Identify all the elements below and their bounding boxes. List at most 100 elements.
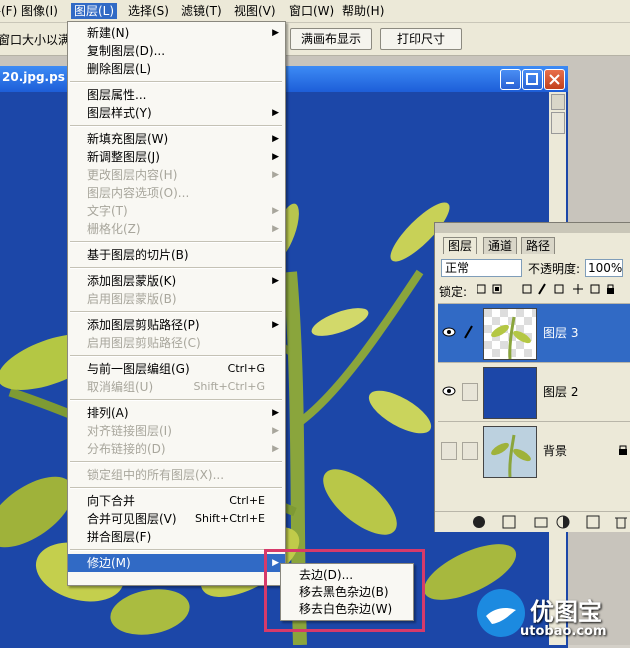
- layer-menu-item[interactable]: 向下合并 Ctrl+E: [68, 492, 285, 510]
- layer-menu: 新建(N) ▶ 复制图层(D)... 删除图层(L) 图层属性... 图层样式(Y) ▶ 新填…: [67, 21, 286, 586]
- menu-separator: [70, 399, 282, 401]
- maximize-button[interactable]: [522, 69, 543, 90]
- layer-menu-item[interactable]: 基于图层的切片(B): [68, 246, 285, 264]
- close-icon: [549, 74, 560, 85]
- layer-menu-item[interactable]: 添加图层蒙版(K) ▶: [68, 272, 285, 290]
- layer-menu-item: 分布链接的(D) ▶: [68, 440, 285, 458]
- layer-menu-item[interactable]: 合并可见图层(V) Shift+Ctrl+E: [68, 510, 285, 528]
- menu-item-shortcut: Ctrl+G: [227, 362, 265, 375]
- minimize-button[interactable]: [500, 69, 521, 90]
- layer-menu-item[interactable]: 图层样式(Y) ▶: [68, 104, 285, 122]
- lock-icon: [619, 445, 627, 455]
- panel-footer-icons[interactable]: [473, 515, 630, 529]
- eye-icon[interactable]: [441, 324, 457, 340]
- panel-grip[interactable]: [435, 223, 630, 233]
- menu-item-label: 与前一图层编组(G): [87, 362, 190, 376]
- menu-item-label: 添加图层蒙版(K): [87, 274, 177, 288]
- eye-icon[interactable]: [441, 383, 457, 399]
- menu-select[interactable]: 选择(S): [125, 3, 172, 19]
- tab-paths[interactable]: 路径: [521, 237, 556, 254]
- opacity-label: 不透明度:: [528, 262, 581, 276]
- menu-separator: [70, 487, 282, 489]
- lock-label: 锁定:: [439, 285, 468, 299]
- layer-menu-item: 文字(T) ▶: [68, 202, 285, 220]
- submenu-arrow-icon: ▶: [272, 224, 279, 234]
- link-slot[interactable]: [462, 442, 478, 460]
- menu-item-label: 栅格化(Z): [87, 222, 141, 236]
- submenu-arrow-icon: ▶: [272, 134, 279, 144]
- tab-channels[interactable]: 通道: [483, 237, 518, 254]
- menu-help[interactable]: 帮助(H): [339, 3, 387, 19]
- submenu-arrow-icon: ▶: [272, 28, 279, 38]
- bird-logo-icon: [477, 589, 525, 637]
- lock-options-icons[interactable]: [477, 283, 627, 297]
- menu-image[interactable]: 图像(I): [18, 3, 61, 19]
- menu-view[interactable]: 视图(V): [231, 3, 279, 19]
- layer-row[interactable]: 背景: [438, 421, 630, 480]
- menu-item-label: 图层属性...: [87, 88, 147, 102]
- menu-separator: [70, 311, 282, 313]
- menu-separator: [70, 355, 282, 357]
- document-title: 20.jpg.ps: [2, 70, 65, 84]
- tab-layers[interactable]: 图层: [443, 237, 478, 254]
- layer-menu-item[interactable]: 复制图层(D)...: [68, 42, 285, 60]
- menu-item-label: 文字(T): [87, 204, 128, 218]
- opacity-input[interactable]: 100%: [585, 259, 623, 277]
- menu-item-label: 添加图层剪贴路径(P): [87, 318, 200, 332]
- fill-canvas-button[interactable]: 满画布显示: [290, 28, 372, 50]
- layer-menu-item: 对齐链接图层(I) ▶: [68, 422, 285, 440]
- layer-menu-item[interactable]: 添加图层剪贴路径(P) ▶: [68, 316, 285, 334]
- menu-layer[interactable]: 图层(L): [71, 3, 118, 19]
- submenu-arrow-icon: ▶: [272, 152, 279, 162]
- scroll-thumb[interactable]: [551, 112, 565, 134]
- menu-item-label: 取消编组(U): [87, 380, 154, 394]
- layer-menu-item: 栅格化(Z) ▶: [68, 220, 285, 238]
- layer-thumbnail: [483, 426, 537, 478]
- print-size-button[interactable]: 打印尺寸: [380, 28, 462, 50]
- menu-separator: [70, 81, 282, 83]
- layer-row[interactable]: 图层 2: [438, 362, 630, 421]
- menu-item-label: 删除图层(L): [87, 62, 152, 76]
- menu-item-label: 锁定组中的所有图层(X)...: [87, 468, 225, 482]
- layer-menu-item[interactable]: 新填充图层(W) ▶: [68, 130, 285, 148]
- submenu-arrow-icon: ▶: [272, 170, 279, 180]
- minimize-icon: [506, 82, 514, 84]
- layers-panel: 图层 通道 路径 正常 不透明度: 100% 锁定: 图层 3 图层 2 背景: [434, 222, 630, 532]
- menu-item-label: 复制图层(D)...: [87, 44, 166, 58]
- blend-mode-select[interactable]: 正常: [441, 259, 522, 277]
- menu-item-label: 基于图层的切片(B): [87, 248, 189, 262]
- menu-window[interactable]: 窗口(W): [286, 3, 337, 19]
- layer-menu-item: 启用图层剪贴路径(C): [68, 334, 285, 352]
- submenu-arrow-icon: ▶: [272, 108, 279, 118]
- layer-menu-item[interactable]: 排列(A) ▶: [68, 404, 285, 422]
- menu-separator: [70, 461, 282, 463]
- menu-item-label: 修边(M): [87, 556, 131, 570]
- layer-menu-item[interactable]: 修边(M) ▶: [68, 554, 285, 572]
- layer-row[interactable]: 图层 3: [438, 303, 630, 362]
- highlight-annotation-box: [264, 549, 425, 632]
- layer-menu-item: 图层内容选项(O)...: [68, 184, 285, 202]
- menu-item-label: 启用图层剪贴路径(C): [87, 336, 201, 350]
- menu-item-label: 图层样式(Y): [87, 106, 152, 120]
- menu-item-label: 排列(A): [87, 406, 129, 420]
- layer-menu-item[interactable]: 新调整图层(J) ▶: [68, 148, 285, 166]
- maximize-icon: [526, 73, 538, 85]
- menu-item-label: 拼合图层(F): [87, 530, 152, 544]
- layer-menu-item[interactable]: 拼合图层(F): [68, 528, 285, 546]
- layer-thumbnail: [483, 367, 537, 419]
- visibility-slot[interactable]: [441, 442, 457, 460]
- submenu-arrow-icon: ▶: [272, 408, 279, 418]
- submenu-arrow-icon: ▶: [272, 426, 279, 436]
- menu-filter[interactable]: 滤镜(T): [178, 3, 225, 19]
- submenu-arrow-icon: ▶: [272, 444, 279, 454]
- menu-separator: [70, 241, 282, 243]
- link-slot[interactable]: [462, 383, 478, 401]
- layer-menu-item[interactable]: 新建(N) ▶: [68, 24, 285, 42]
- layer-menu-item[interactable]: 与前一图层编组(G) Ctrl+G: [68, 360, 285, 378]
- layer-menu-item[interactable]: 图层属性...: [68, 86, 285, 104]
- menu-item-label: 向下合并: [87, 494, 136, 508]
- scroll-up-button[interactable]: [551, 94, 565, 110]
- close-button[interactable]: [544, 69, 565, 90]
- layer-menu-item[interactable]: 删除图层(L): [68, 60, 285, 78]
- layer-menu-item: 取消编组(U) Shift+Ctrl+G: [68, 378, 285, 396]
